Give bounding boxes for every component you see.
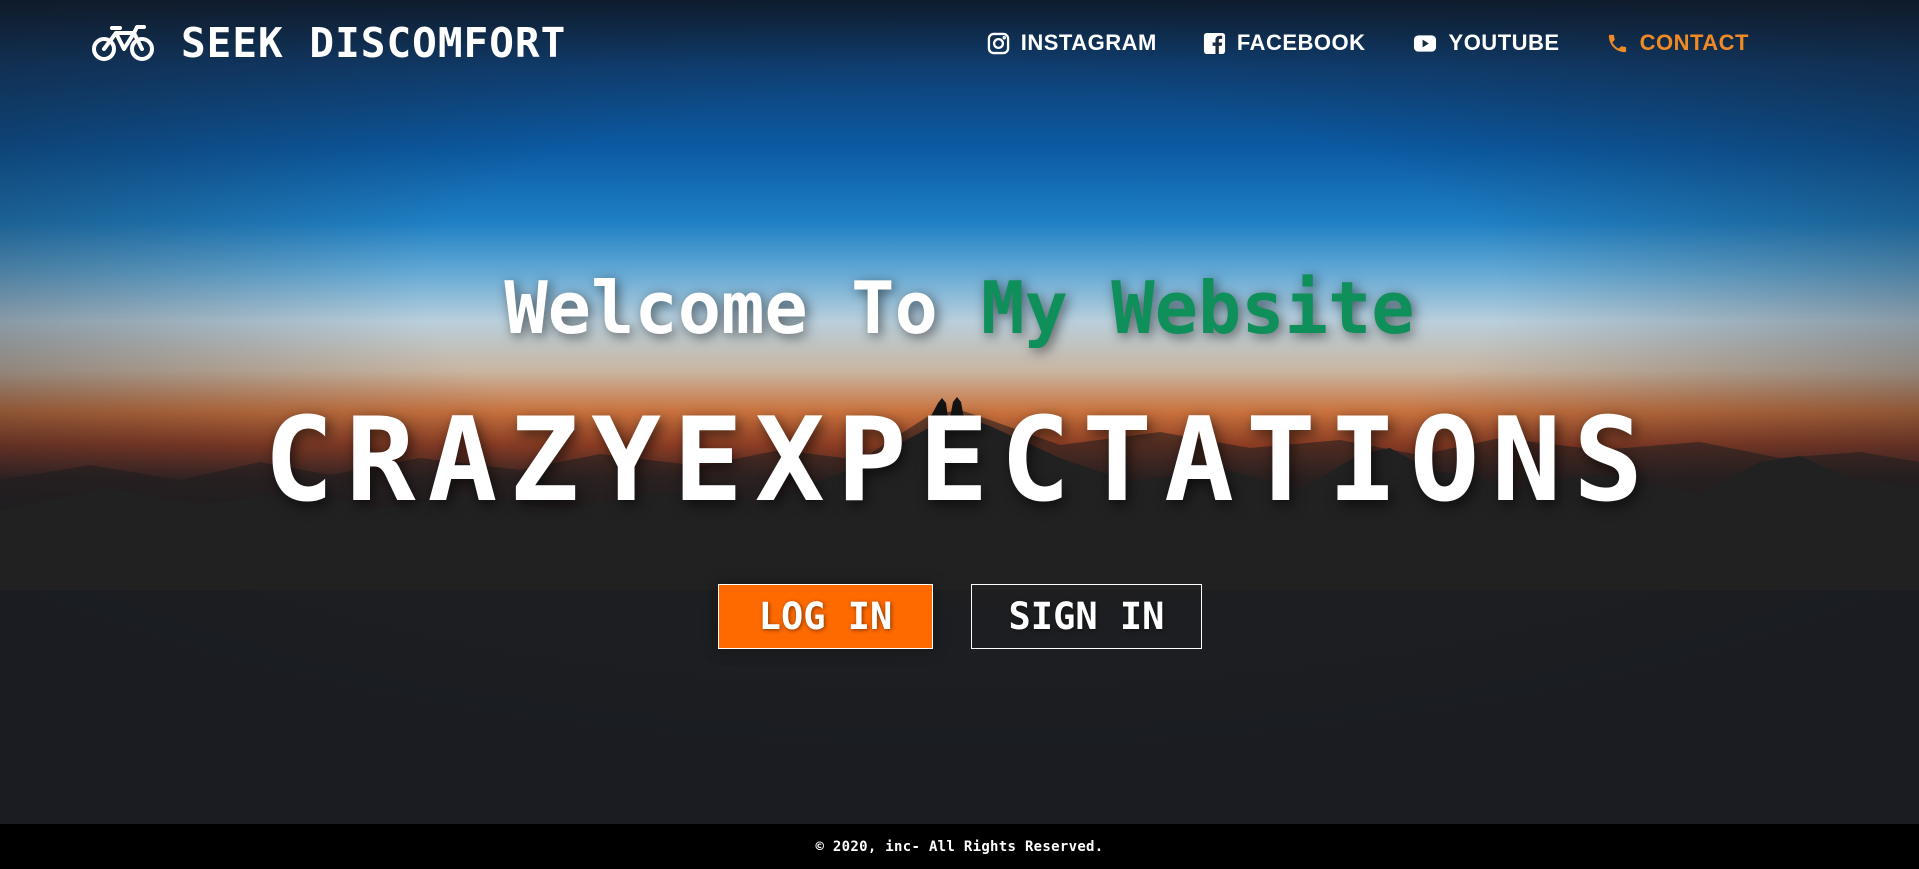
welcome-accent: My Website — [981, 266, 1415, 350]
footer-copyright: © 2020, inc- All Rights Reserved. — [815, 838, 1104, 855]
top-navbar: SEEK DISCOMFORT INSTAGRAM FACEBOOK YOUTU… — [0, 0, 1919, 88]
brand-title: SEEK DISCOMFORT — [181, 19, 567, 67]
brand[interactable]: SEEK DISCOMFORT — [90, 18, 566, 68]
nav-label-contact: CONTACT — [1639, 30, 1749, 55]
nav-link-instagram[interactable]: INSTAGRAM — [987, 30, 1157, 56]
nav-label-facebook: FACEBOOK — [1236, 30, 1366, 55]
nav-label-instagram: INSTAGRAM — [1020, 30, 1157, 55]
login-button[interactable]: LOG IN — [718, 584, 933, 649]
hero-headline: CRAZYEXPECTATIONS — [263, 393, 1656, 528]
welcome-heading: Welcome To My Website — [0, 266, 1919, 350]
nav-links: INSTAGRAM FACEBOOK YOUTUBE CONTACT — [941, 30, 1749, 56]
nav-link-contact[interactable]: CONTACT — [1606, 30, 1749, 56]
signin-button[interactable]: SIGN IN — [971, 584, 1202, 649]
facebook-icon — [1203, 32, 1225, 54]
nav-link-youtube[interactable]: YOUTUBE — [1412, 30, 1560, 56]
nav-label-youtube: YOUTUBE — [1448, 30, 1560, 55]
nav-link-facebook[interactable]: FACEBOOK — [1203, 30, 1366, 56]
youtube-icon — [1413, 34, 1436, 52]
bicycle-icon — [92, 25, 154, 61]
footer: © 2020, inc- All Rights Reserved. — [0, 824, 1919, 869]
welcome-prefix: Welcome To — [504, 266, 938, 350]
phone-icon — [1608, 34, 1626, 52]
instagram-icon — [987, 32, 1009, 54]
